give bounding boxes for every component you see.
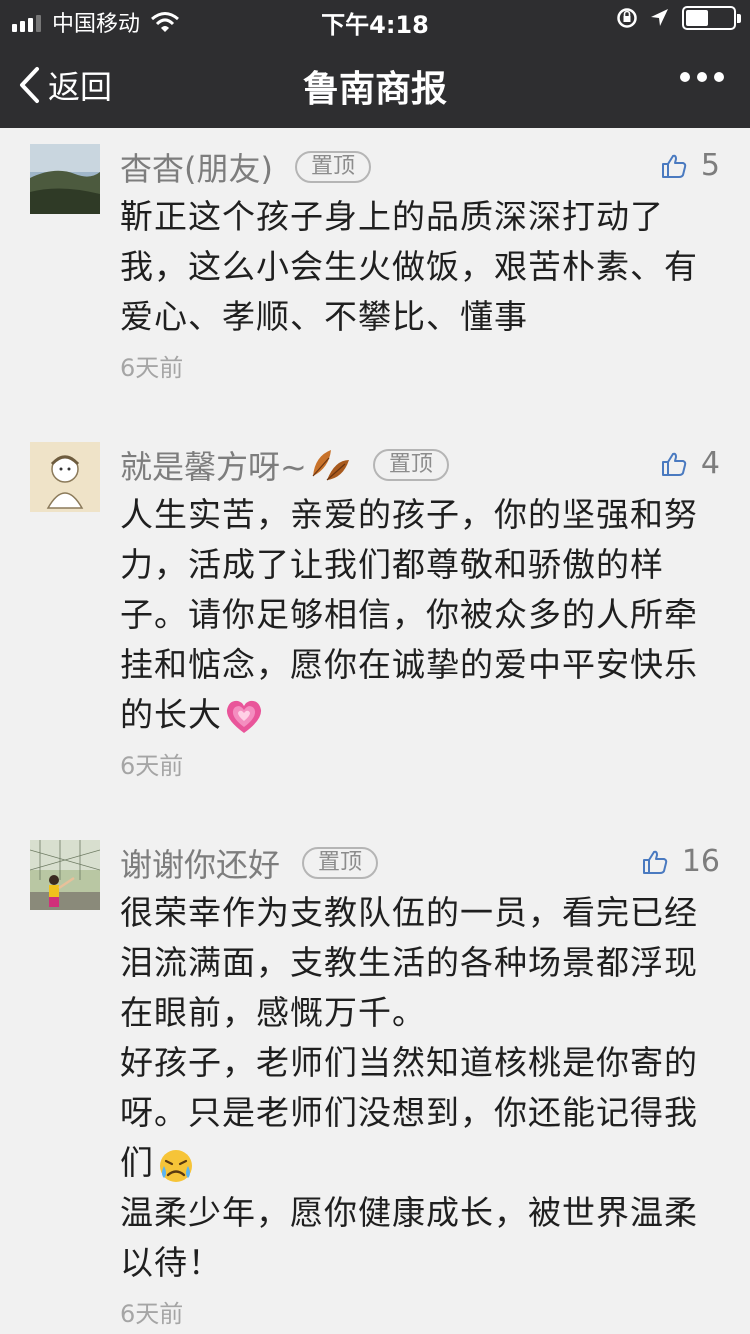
pinned-badge: 置顶 <box>372 449 449 481</box>
comment-time: 6天前 <box>120 354 184 382</box>
comment-text: 靳正这个孩子身上的品质深深打动了 我，这么小会生火做饭，艰苦朴素、有 爱心、孝顺… <box>120 192 722 342</box>
avatar[interactable] <box>30 144 100 214</box>
comment-line: 们 <box>120 1138 722 1188</box>
comment-line: 泪流满面，支教生活的各种场景都浮现 <box>120 943 698 982</box>
rotation-lock-icon <box>617 8 637 28</box>
pinned-badge: 置顶 <box>294 151 371 183</box>
comment-line: 呀。只是老师们没想到，你还能记得我 <box>120 1093 698 1132</box>
comment-line: 很荣幸作为支教队伍的一员，看完已经 <box>120 893 698 932</box>
comment-author[interactable]: 就是馨方呀~ <box>120 442 307 488</box>
comment-line: 子。请你足够相信，你被众多的人所牵 <box>120 595 698 634</box>
thumbs-up-icon <box>661 452 687 476</box>
crying-face-icon <box>160 1149 192 1182</box>
avatar[interactable] <box>30 442 100 512</box>
comment-line: 爱心、孝顺、不攀比、懂事 <box>120 297 528 336</box>
comment-line: 挂和惦念，愿你在诚挚的爱中平安快乐 <box>120 645 698 684</box>
fallen-leaf-icon <box>312 450 349 481</box>
nav-bar: 返回 鲁南商报 <box>0 40 750 128</box>
more-dot-icon <box>680 72 690 82</box>
avatar[interactable] <box>30 840 100 910</box>
pinned-badge: 置顶 <box>302 847 379 879</box>
more-dot-icon <box>697 72 707 82</box>
like-button[interactable]: 5 <box>661 148 720 183</box>
comment-author[interactable]: 谢谢你还好 <box>120 840 280 886</box>
battery-icon <box>682 6 741 30</box>
comment-line: 的长大 <box>120 690 722 740</box>
like-count: 16 <box>681 844 720 879</box>
like-count: 5 <box>700 148 720 183</box>
comment-time: 6天前 <box>120 1300 184 1328</box>
thumbs-up-icon <box>642 850 668 874</box>
comment-item: 杳杳(朋友) 置顶 5 靳正这个孩子身上的品质深深打动了 我，这么小会生火做饭，… <box>0 142 750 383</box>
comment-line-text: 的长大 <box>120 695 222 734</box>
like-button[interactable]: 16 <box>642 844 720 879</box>
comment-line: 人生实苦，亲爱的孩子，你的坚强和努 <box>120 495 698 534</box>
comment-text: 很荣幸作为支教队伍的一员，看完已经 泪流满面，支教生活的各种场景都浮现 在眼前，… <box>120 888 722 1288</box>
comment-line-text: 们 <box>120 1143 154 1182</box>
comment-line: 我，这么小会生火做饭，艰苦朴素、有 <box>120 247 698 286</box>
comment-item: 就是馨方呀~ 置顶 4 人生实苦，亲爱的孩子，你的坚强和努 力，活成了让我们都尊… <box>0 440 750 781</box>
comment-item: 谢谢你还好 置顶 16 很荣幸作为支教队伍的一员，看完已经 泪流满面，支教生活的… <box>0 838 750 1329</box>
comment-line: 力，活成了让我们都尊敬和骄傲的样 <box>120 545 664 584</box>
comment-line: 好孩子，老师们当然知道核桃是你寄的 <box>120 1043 698 1082</box>
like-button[interactable]: 4 <box>661 446 720 481</box>
comment-time: 6天前 <box>120 752 184 780</box>
thumbs-up-icon <box>661 154 687 178</box>
page-title: 鲁南商报 <box>302 69 447 110</box>
like-count: 4 <box>700 446 720 481</box>
status-bar: 中国移动 下午4:18 <box>0 0 750 40</box>
app-header: 中国移动 下午4:18 返回 鲁南商报 <box>0 0 750 128</box>
growing-heart-icon <box>226 700 262 733</box>
comment-text: 人生实苦，亲爱的孩子，你的坚强和努 力，活成了让我们都尊敬和骄傲的样 子。请你足… <box>120 490 722 740</box>
more-button[interactable] <box>673 72 724 82</box>
comment-line: 在眼前，感慨万千。 <box>120 993 426 1032</box>
location-arrow-icon <box>651 9 668 26</box>
comment-author[interactable]: 杳杳(朋友) <box>120 144 273 190</box>
comment-line: 靳正这个孩子身上的品质深深打动了 <box>120 197 664 236</box>
more-dot-icon <box>714 72 724 82</box>
comment-line: 以待！ <box>120 1243 222 1282</box>
comment-line: 温柔少年，愿你健康成长，被世界温柔 <box>120 1193 698 1232</box>
